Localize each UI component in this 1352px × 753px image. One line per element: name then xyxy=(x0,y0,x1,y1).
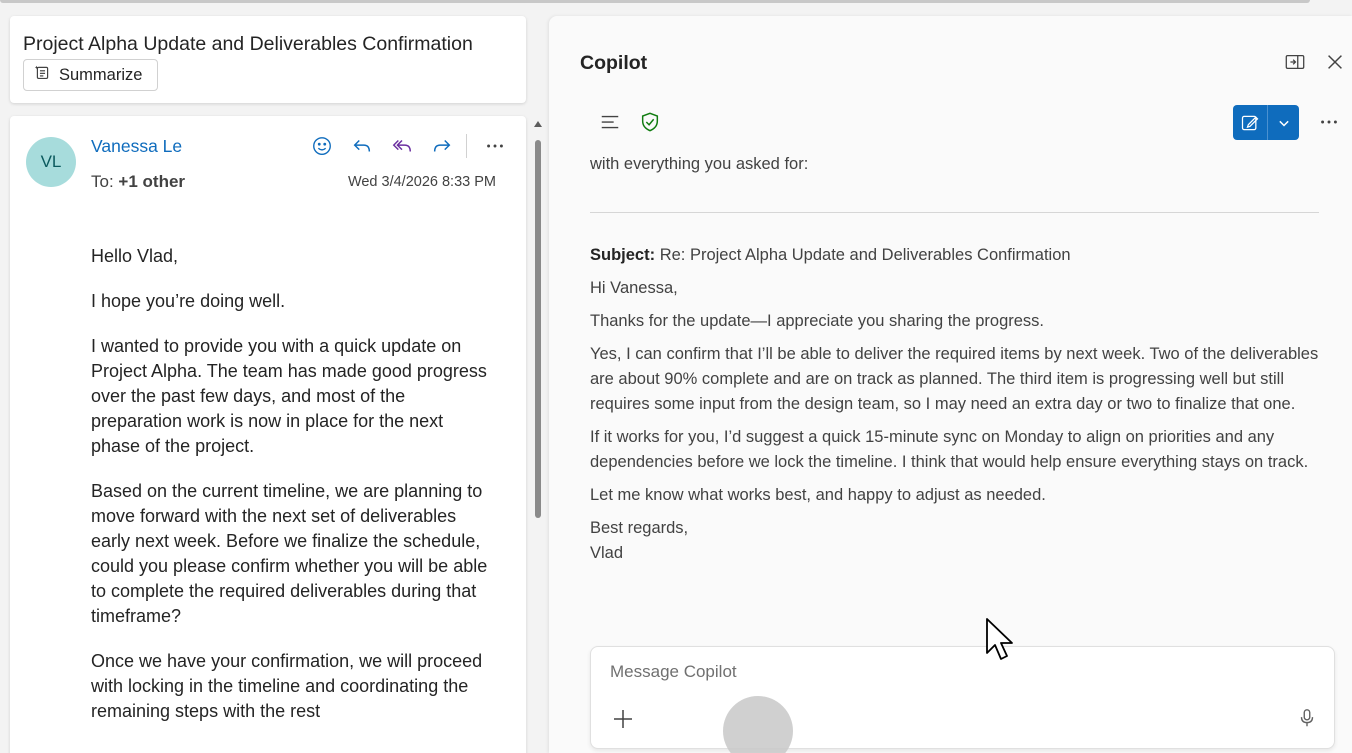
draft-paragraph: Yes, I can confirm that I’ll be able to … xyxy=(590,345,1319,413)
message-copilot-input[interactable] xyxy=(610,662,1210,682)
message-actions xyxy=(302,132,515,160)
avatar[interactable]: VL xyxy=(26,137,76,187)
forward-icon[interactable] xyxy=(422,132,462,160)
new-chat-split-button[interactable] xyxy=(1233,105,1299,140)
draft-paragraph: Let me know what works best, and happy t… xyxy=(590,486,1046,504)
close-icon[interactable] xyxy=(1323,50,1347,74)
copilot-pane: Copilot with everything you asked for: S… xyxy=(549,16,1352,753)
email-subject: Project Alpha Update and Deliverables Co… xyxy=(23,33,473,55)
draft-signoff-line: Best regards, xyxy=(590,519,689,537)
summarize-label: Summarize xyxy=(59,65,143,84)
body-paragraph: I hope you’re doing well. xyxy=(91,291,286,311)
recipients-more[interactable]: +1 other xyxy=(118,172,185,191)
draft-paragraph: If it works for you, I’d suggest a quick… xyxy=(590,428,1309,471)
chevron-down-icon[interactable] xyxy=(1268,105,1299,140)
reply-all-icon[interactable] xyxy=(382,132,422,160)
body-paragraph: I wanted to provide you with a quick upd… xyxy=(91,336,487,456)
body-paragraph: Once we have your confirmation, we will … xyxy=(91,651,483,721)
sender-name[interactable]: Vanessa Le xyxy=(91,136,182,157)
copilot-lead-text: with everything you asked for: xyxy=(590,155,809,173)
message-card: VL Vanessa Le To: +1 other Wed 3/4/2026 … xyxy=(10,116,526,753)
more-icon[interactable] xyxy=(475,132,515,160)
actions-divider xyxy=(466,134,467,158)
pop-out-icon[interactable] xyxy=(1283,50,1307,74)
message-date: Wed 3/4/2026 8:33 PM xyxy=(347,174,496,190)
summarize-icon xyxy=(34,64,51,86)
microphone-icon[interactable] xyxy=(1296,707,1318,731)
draft-subject: Subject: Re: Project Alpha Update and De… xyxy=(590,243,1320,268)
reading-pane-scrollbar[interactable] xyxy=(535,140,541,518)
body-paragraph: Based on the current timeline, we are pl… xyxy=(91,481,488,626)
reply-icon[interactable] xyxy=(342,132,382,160)
draft-signoff: Best regards, Vlad xyxy=(590,516,1320,566)
more-options-icon[interactable] xyxy=(1317,110,1341,134)
copilot-divider xyxy=(590,212,1319,213)
new-chat-icon[interactable] xyxy=(1233,105,1268,140)
recipients-line: To: +1 other xyxy=(91,172,185,192)
body-paragraph: Hello Vlad, xyxy=(91,246,179,266)
shield-icon[interactable] xyxy=(638,110,662,134)
copilot-draft-reply: Subject: Re: Project Alpha Update and De… xyxy=(590,243,1320,566)
draft-subject-label: Subject: xyxy=(590,246,656,264)
copilot-title: Copilot xyxy=(580,52,648,74)
draft-subject-value: Re: Project Alpha Update and Deliverable… xyxy=(659,246,1071,264)
emoji-icon[interactable] xyxy=(302,132,342,160)
subject-card: Project Alpha Update and Deliverables Co… xyxy=(10,16,526,103)
add-icon[interactable] xyxy=(611,707,635,731)
mouse-cursor-icon xyxy=(986,618,1013,660)
summarize-button[interactable]: Summarize xyxy=(23,59,158,91)
draft-signature: Vlad xyxy=(590,544,624,562)
scroll-up-arrow[interactable] xyxy=(534,121,542,127)
message-body: Hello Vlad, I hope you’re doing well. I … xyxy=(91,244,496,744)
copilot-composer xyxy=(590,646,1335,749)
menu-icon[interactable] xyxy=(598,110,622,134)
window-top-edge xyxy=(0,0,1310,3)
draft-paragraph: Thanks for the update—I appreciate you s… xyxy=(590,312,1045,330)
to-label: To: xyxy=(91,172,114,191)
draft-greeting: Hi Vanessa, xyxy=(590,279,678,297)
